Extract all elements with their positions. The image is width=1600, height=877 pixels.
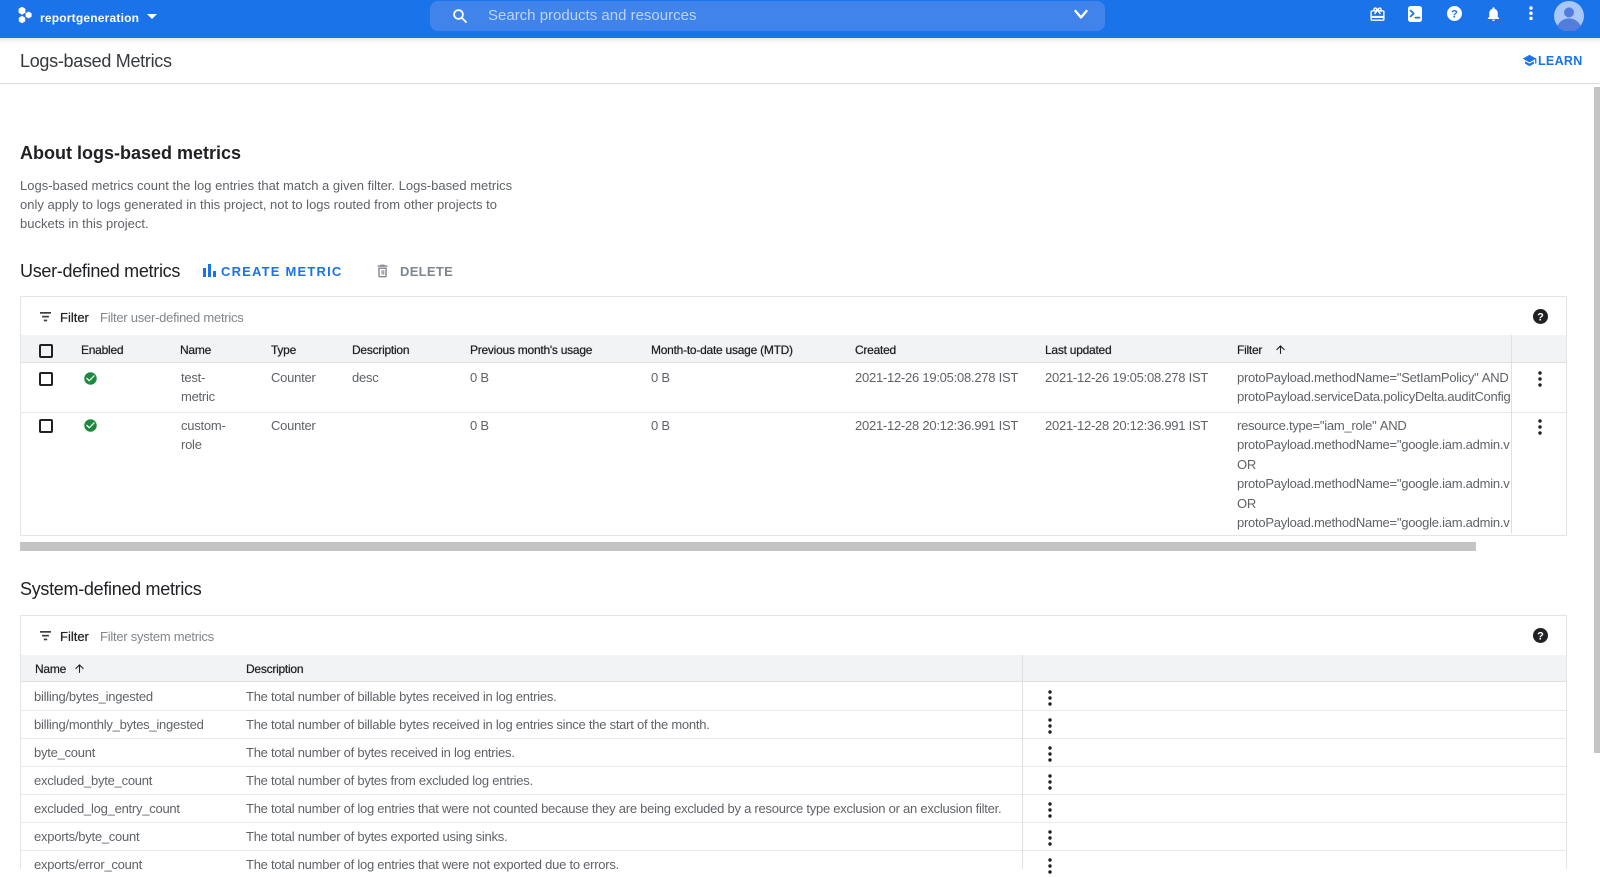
svg-text:?: ?: [1451, 8, 1458, 20]
svg-text:?: ?: [1537, 630, 1544, 642]
svg-text:?: ?: [1537, 311, 1544, 323]
